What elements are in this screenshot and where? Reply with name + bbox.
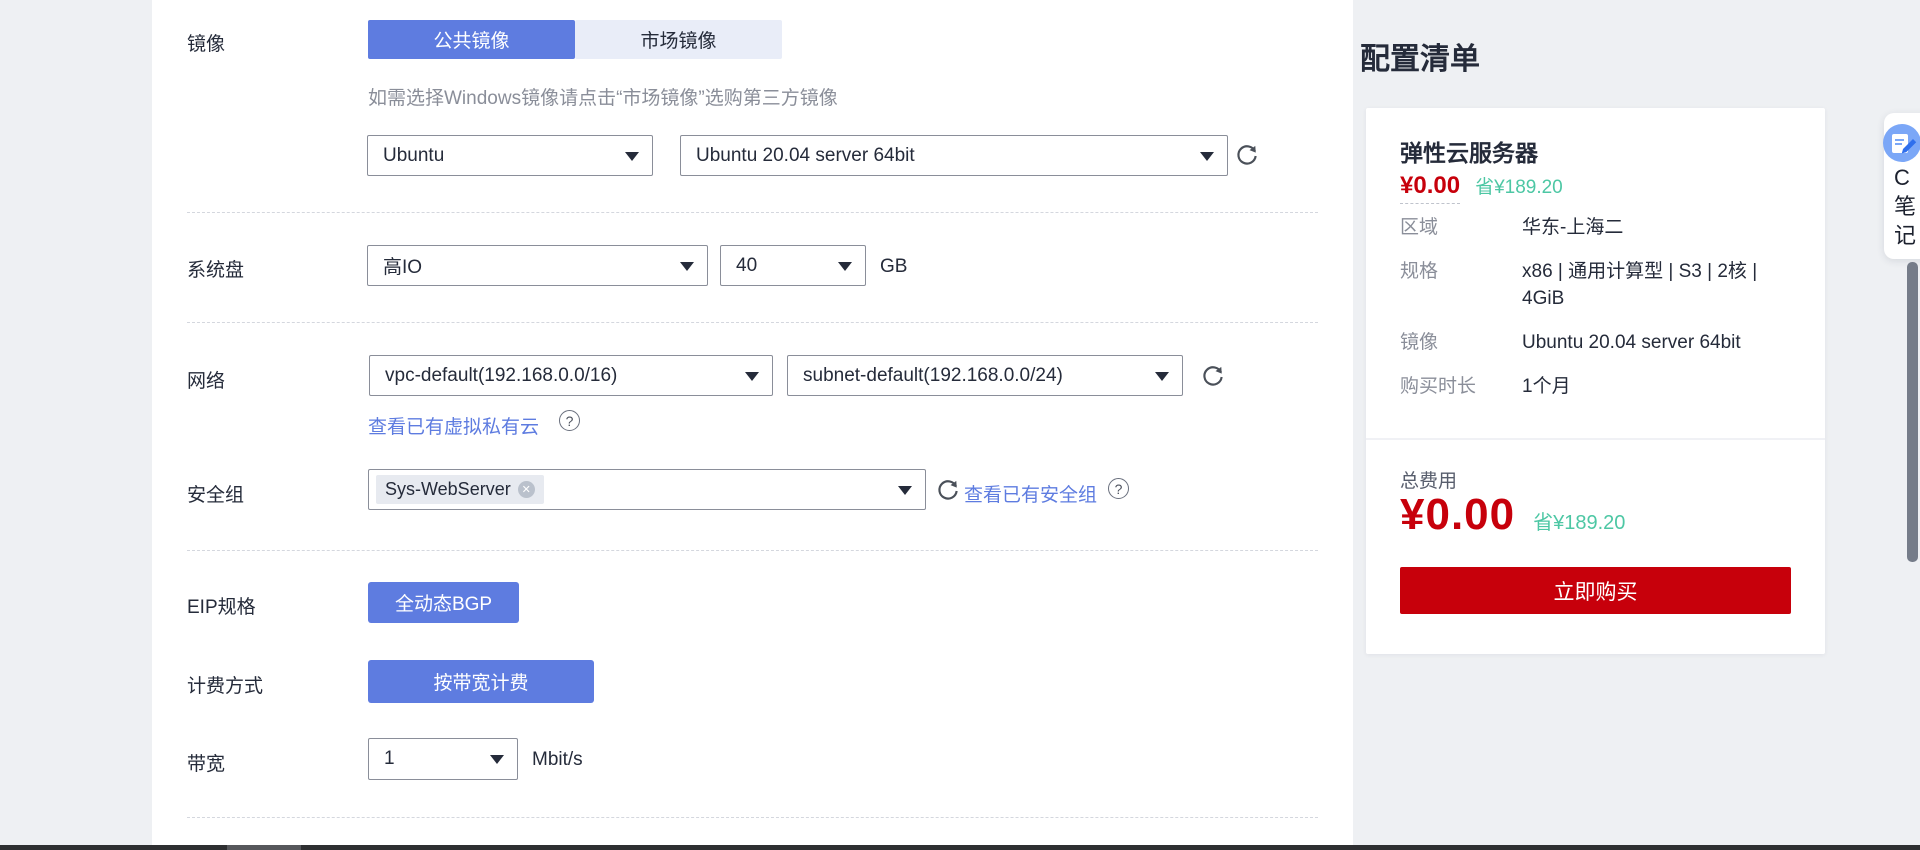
detail-row-region: 区域 华东-上海二 (1400, 214, 1788, 241)
subnet-select-value: subnet-default(192.168.0.0/24) (803, 365, 1063, 387)
chevron-down-icon (898, 486, 912, 495)
security-group-row-label: 安全组 (187, 480, 244, 507)
side-widget-text: C (1894, 163, 1920, 192)
image-hint-text: 如需选择Windows镜像请点击“市场镜像”选购第三方镜像 (368, 83, 838, 110)
detail-label: 规格 (1400, 258, 1522, 312)
chevron-down-icon (745, 372, 759, 381)
vpc-help-icon[interactable]: ? (559, 410, 580, 431)
refresh-image-list-icon[interactable] (1235, 144, 1259, 168)
total-fee-row: ¥0.00 省¥189.20 (1400, 490, 1625, 540)
detail-row-duration: 购买时长 1个月 (1400, 373, 1788, 400)
tab-marketplace-image[interactable]: 市场镜像 (575, 20, 782, 59)
detail-value: 1个月 (1522, 373, 1788, 400)
question-glyph: ? (566, 413, 574, 429)
note-pen-icon (1882, 123, 1920, 163)
chevron-down-icon (1200, 152, 1214, 161)
disk-type-select[interactable]: 高IO (367, 245, 708, 286)
view-security-groups-link[interactable]: 查看已有安全组 (964, 480, 1097, 507)
security-group-tag: Sys-WebServer ✕ (376, 475, 544, 504)
detail-label: 镜像 (1400, 329, 1522, 356)
total-price: ¥0.00 (1400, 490, 1515, 540)
section-divider (187, 212, 1318, 213)
question-glyph: ? (1115, 481, 1123, 497)
eip-type-option-button[interactable]: 全动态BGP (368, 582, 519, 623)
disk-type-value: 高IO (383, 252, 422, 279)
section-divider (187, 322, 1318, 323)
product-price: ¥0.00 (1400, 172, 1460, 204)
config-form-panel: 镜像 公共镜像 市场镜像 如需选择Windows镜像请点击“市场镜像”选购第三方… (152, 0, 1353, 850)
horizontal-scrollbar-thumb[interactable] (227, 845, 301, 850)
chevron-down-icon (625, 152, 639, 161)
view-vpc-link[interactable]: 查看已有虚拟私有云 (368, 412, 539, 439)
image-version-value: Ubuntu 20.04 server 64bit (696, 145, 915, 167)
chevron-down-icon (838, 262, 852, 271)
vertical-scrollbar-thumb[interactable] (1907, 262, 1918, 562)
bandwidth-size-select[interactable]: 1 (368, 738, 518, 780)
refresh-network-icon[interactable] (1201, 365, 1225, 389)
security-group-help-icon[interactable]: ? (1108, 478, 1129, 499)
detail-value: 华东-上海二 (1522, 214, 1788, 241)
bandwidth-row-label: 带宽 (187, 749, 225, 776)
total-fee-label: 总费用 (1400, 466, 1457, 493)
chevron-down-icon (680, 262, 694, 271)
product-savings: 省¥189.20 (1475, 172, 1563, 199)
billing-mode-option-button[interactable]: 按带宽计费 (368, 660, 594, 703)
chevron-down-icon (1155, 372, 1169, 381)
horizontal-scrollbar-track[interactable] (0, 845, 1920, 850)
disk-size-value: 40 (736, 255, 757, 277)
total-savings: 省¥189.20 (1533, 506, 1625, 535)
vpc-select[interactable]: vpc-default(192.168.0.0/16) (369, 355, 773, 396)
chevron-down-icon (490, 755, 504, 764)
refresh-security-group-icon[interactable] (936, 479, 960, 503)
summary-details: 区域 华东-上海二 规格 x86 | 通用计算型 | S3 | 2核 | 4Gi… (1400, 214, 1788, 417)
section-divider (187, 817, 1318, 818)
billing-row-label: 计费方式 (187, 671, 263, 698)
bandwidth-size-value: 1 (384, 748, 395, 770)
ecs-purchase-page: 镜像 公共镜像 市场镜像 如需选择Windows镜像请点击“市场镜像”选购第三方… (0, 0, 1920, 850)
product-name: 弹性云服务器 (1400, 134, 1538, 168)
remove-tag-icon[interactable]: ✕ (518, 481, 535, 498)
summary-card: 弹性云服务器 ¥0.00 省¥189.20 区域 华东-上海二 规格 x86 |… (1366, 108, 1825, 654)
subnet-select[interactable]: subnet-default(192.168.0.0/24) (787, 355, 1183, 396)
security-group-tag-label: Sys-WebServer (385, 479, 511, 500)
detail-value: Ubuntu 20.04 server 64bit (1522, 329, 1788, 356)
os-select-value: Ubuntu (383, 145, 444, 167)
os-select[interactable]: Ubuntu (367, 135, 653, 176)
detail-row-image: 镜像 Ubuntu 20.04 server 64bit (1400, 329, 1788, 356)
section-divider (187, 550, 1318, 551)
eip-row-label: EIP规格 (187, 592, 256, 619)
disk-size-select[interactable]: 40 (720, 245, 866, 286)
summary-title: 配置清单 (1360, 34, 1480, 78)
notes-side-widget[interactable]: C 笔 记 (1884, 113, 1920, 259)
side-widget-text: 记 (1894, 221, 1920, 250)
disk-size-unit: GB (880, 256, 907, 278)
network-row-label: 网络 (187, 366, 225, 393)
close-glyph: ✕ (522, 483, 531, 496)
image-row-label: 镜像 (187, 29, 225, 56)
vpc-select-value: vpc-default(192.168.0.0/16) (385, 365, 617, 387)
side-widget-text: 笔 (1894, 192, 1920, 221)
tab-public-image[interactable]: 公共镜像 (368, 20, 575, 59)
bandwidth-unit: Mbit/s (532, 749, 583, 771)
detail-label: 购买时长 (1400, 373, 1522, 400)
image-version-select[interactable]: Ubuntu 20.04 server 64bit (680, 135, 1228, 176)
detail-value: x86 | 通用计算型 | S3 | 2核 | 4GiB (1522, 258, 1788, 312)
card-divider (1366, 438, 1825, 440)
image-source-tabs: 公共镜像 市场镜像 (368, 20, 782, 59)
disk-row-label: 系统盘 (187, 255, 244, 282)
product-price-row: ¥0.00 省¥189.20 (1400, 172, 1563, 204)
buy-now-button[interactable]: 立即购买 (1400, 567, 1791, 614)
detail-row-flavor: 规格 x86 | 通用计算型 | S3 | 2核 | 4GiB (1400, 258, 1788, 312)
security-group-select[interactable]: Sys-WebServer ✕ (368, 469, 926, 510)
detail-label: 区域 (1400, 214, 1522, 241)
